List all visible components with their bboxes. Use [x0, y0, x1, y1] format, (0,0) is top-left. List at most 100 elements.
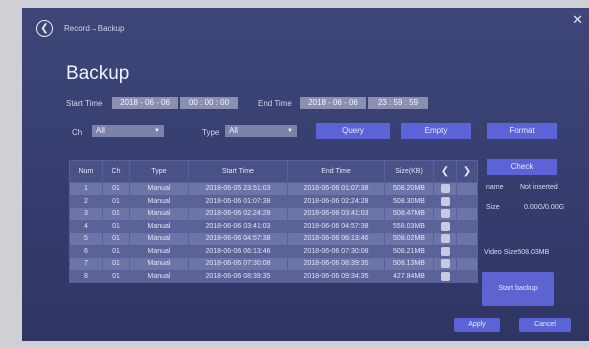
- cell-start: 2018-06-06 04:57:38: [188, 232, 288, 246]
- row-spacer: [456, 182, 478, 196]
- caret-down-icon: ▼: [287, 128, 293, 134]
- cell-ch: 01: [102, 194, 130, 208]
- row-checkbox[interactable]: [433, 232, 457, 246]
- cell-end: 2018-06-06 04:57:38: [287, 219, 385, 233]
- checkbox[interactable]: [440, 259, 450, 269]
- row-spacer: [456, 244, 478, 258]
- ch-label: Ch: [72, 128, 83, 137]
- start-time-label: Start Time: [66, 99, 103, 108]
- type-select[interactable]: All ▼: [225, 125, 297, 137]
- cell-end: 2018-06-06 08:39:35: [287, 257, 385, 271]
- table-row[interactable]: 1 01 Manual 2018-06-05 23:51:03 2018-06-…: [69, 182, 478, 196]
- cell-type: Manual: [129, 207, 189, 221]
- row-checkbox[interactable]: [433, 244, 457, 258]
- cell-size: 508.47MB: [384, 207, 434, 221]
- start-time-field[interactable]: 00 : 00 : 00: [180, 97, 238, 109]
- cancel-button[interactable]: Cancel: [519, 318, 571, 332]
- row-checkbox[interactable]: [433, 257, 457, 271]
- cell-type: Manual: [129, 219, 189, 233]
- row-spacer: [456, 232, 478, 246]
- cell-type: Manual: [129, 232, 189, 246]
- cell-size: 508.13MB: [384, 257, 434, 271]
- cell-num: 1: [69, 182, 103, 196]
- cell-start: 2018-06-06 07:30:08: [188, 257, 288, 271]
- cell-start: 2018-06-06 02:24:28: [188, 207, 288, 221]
- format-button[interactable]: Format: [487, 123, 557, 139]
- device-name-value: Not inserted: [520, 184, 558, 191]
- cell-start: 2018-06-05 23:51:03: [188, 182, 288, 196]
- back-circle-icon[interactable]: ❮: [36, 20, 53, 37]
- col-end-time: End Time: [287, 160, 385, 183]
- row-checkbox[interactable]: [433, 207, 457, 221]
- row-checkbox[interactable]: [433, 269, 457, 283]
- cell-ch: 01: [102, 219, 130, 233]
- end-date-field[interactable]: 2018 - 06 - 06: [300, 97, 366, 109]
- video-size-text: Video Size508.03MB: [484, 249, 550, 256]
- row-spacer: [456, 269, 478, 283]
- close-icon[interactable]: ✕: [572, 12, 583, 28]
- col-size: Size(KB): [384, 160, 434, 183]
- cell-end: 2018-06-06 03:41:03: [287, 207, 385, 221]
- cell-ch: 01: [102, 269, 130, 283]
- chevron-right-icon: ❯: [462, 166, 472, 177]
- cell-ch: 01: [102, 182, 130, 196]
- breadcrumb: Record→Backup: [64, 24, 125, 33]
- cell-type: Manual: [129, 257, 189, 271]
- table-row[interactable]: 2 01 Manual 2018-06-06 01:07:38 2018-06-…: [69, 194, 478, 208]
- record-table: Num Ch Type Start Time End Time Size(KB)…: [69, 160, 478, 283]
- prev-page-button[interactable]: ❮: [433, 160, 457, 183]
- cell-num: 6: [69, 244, 103, 258]
- cell-size: 508.02MB: [384, 232, 434, 246]
- table-row[interactable]: 7 01 Manual 2018-06-06 07:30:08 2018-06-…: [69, 257, 478, 271]
- checkbox[interactable]: [440, 271, 450, 281]
- check-button[interactable]: Check: [487, 159, 557, 175]
- cell-end: 2018-06-06 02:24:28: [287, 194, 385, 208]
- col-ch: Ch: [102, 160, 130, 183]
- next-page-button[interactable]: ❯: [456, 160, 478, 183]
- cell-type: Manual: [129, 182, 189, 196]
- row-checkbox[interactable]: [433, 219, 457, 233]
- end-time-label: End Time: [258, 99, 292, 108]
- ch-select-value: All: [96, 126, 105, 135]
- checkbox[interactable]: [440, 246, 450, 256]
- device-size-label: Size: [486, 204, 500, 211]
- cell-size: 508.20MB: [384, 182, 434, 196]
- cell-end: 2018-06-06 09:34:35: [287, 269, 385, 283]
- checkbox[interactable]: [440, 221, 450, 231]
- checkbox[interactable]: [440, 209, 450, 219]
- table-row[interactable]: 3 01 Manual 2018-06-06 02:24:28 2018-06-…: [69, 207, 478, 221]
- page-title: Backup: [66, 63, 130, 84]
- table-row[interactable]: 6 01 Manual 2018-06-06 06:13:46 2018-06-…: [69, 244, 478, 258]
- col-num: Num: [69, 160, 103, 183]
- cell-start: 2018-06-06 01:07:38: [188, 194, 288, 208]
- ch-select[interactable]: All ▼: [92, 125, 164, 137]
- cell-num: 5: [69, 232, 103, 246]
- cell-num: 3: [69, 207, 103, 221]
- end-time-field[interactable]: 23 : 59 : 59: [368, 97, 428, 109]
- table-row[interactable]: 4 01 Manual 2018-06-06 03:41:03 2018-06-…: [69, 219, 478, 233]
- cell-start: 2018-06-06 06:13:46: [188, 244, 288, 258]
- cell-num: 7: [69, 257, 103, 271]
- cell-type: Manual: [129, 269, 189, 283]
- chevron-left-icon: ❮: [440, 166, 450, 177]
- table-row[interactable]: 8 01 Manual 2018-06-06 08:39:35 2018-06-…: [69, 269, 478, 283]
- cell-num: 4: [69, 219, 103, 233]
- cell-type: Manual: [129, 194, 189, 208]
- caret-down-icon: ▼: [154, 128, 160, 134]
- query-button[interactable]: Query: [316, 123, 390, 139]
- checkbox[interactable]: [440, 234, 450, 244]
- checkbox[interactable]: [440, 184, 450, 194]
- row-spacer: [456, 257, 478, 271]
- apply-button[interactable]: Apply: [454, 318, 500, 332]
- cell-ch: 01: [102, 257, 130, 271]
- empty-button[interactable]: Empty: [401, 123, 471, 139]
- start-date-field[interactable]: 2018 - 06 - 06: [112, 97, 178, 109]
- table-row[interactable]: 5 01 Manual 2018-06-06 04:57:38 2018-06-…: [69, 232, 478, 246]
- type-label: Type: [202, 128, 220, 137]
- start-backup-button[interactable]: Start backup: [482, 272, 554, 306]
- row-spacer: [456, 219, 478, 233]
- row-checkbox[interactable]: [433, 194, 457, 208]
- checkbox[interactable]: [440, 196, 450, 206]
- row-checkbox[interactable]: [433, 182, 457, 196]
- row-spacer: [456, 207, 478, 221]
